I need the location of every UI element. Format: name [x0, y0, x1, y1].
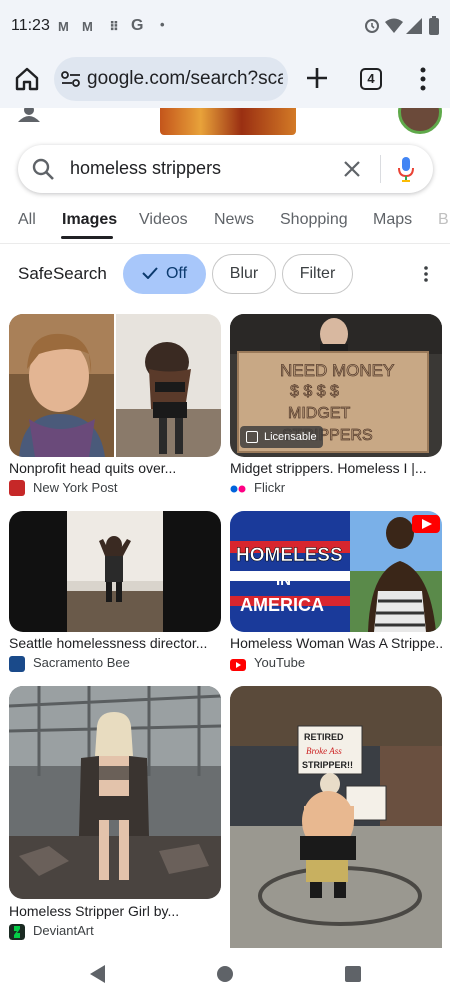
- result-title[interactable]: Nonprofit head quits over...: [9, 460, 221, 476]
- active-tab-indicator: [61, 236, 113, 239]
- result-image: [9, 686, 221, 899]
- browser-toolbar: google.com/search?sca_ 4: [0, 52, 450, 108]
- new-tab-icon[interactable]: [304, 65, 330, 91]
- result-thumbnail[interactable]: [9, 511, 221, 632]
- search-icon: [32, 158, 54, 180]
- result-title[interactable]: Homeless Stripper Girl by...: [9, 903, 221, 919]
- search-input[interactable]: homeless strippers: [70, 158, 221, 179]
- sacramento-bee-icon: [9, 656, 25, 672]
- result-source[interactable]: Sacramento Bee: [33, 655, 130, 670]
- url-text: google.com/search?sca_: [87, 68, 283, 89]
- tab-images[interactable]: Images: [62, 211, 117, 229]
- grid-icon: ⠿: [109, 19, 120, 34]
- tabs-divider: [0, 243, 450, 244]
- tab-maps[interactable]: Maps: [373, 211, 412, 229]
- tab-shopping[interactable]: Shopping: [280, 211, 348, 229]
- svg-text:IN: IN: [276, 572, 291, 589]
- address-bar[interactable]: google.com/search?sca_: [54, 57, 288, 101]
- flickr-icon: [230, 485, 246, 493]
- home-icon[interactable]: [10, 62, 44, 96]
- result-title[interactable]: Midget strippers. Homeless I |...: [230, 460, 442, 476]
- site-settings-icon[interactable]: [60, 70, 82, 88]
- check-icon: [142, 267, 158, 279]
- svg-text:HOMELESS: HOMELESS: [236, 545, 343, 566]
- svg-text:NEED MONEY: NEED MONEY: [280, 361, 394, 380]
- youtube-icon: [230, 659, 246, 671]
- result-source[interactable]: DeviantArt: [33, 923, 94, 938]
- svg-text:STRIPPER!!: STRIPPER!!: [302, 760, 353, 770]
- safesearch-label: SafeSearch: [18, 264, 107, 283]
- badge-label: Licensable: [264, 431, 317, 443]
- clear-icon[interactable]: [343, 160, 361, 178]
- svg-text:Broke Ass: Broke Ass: [306, 746, 342, 756]
- wifi-icon: [385, 18, 403, 33]
- tab-videos[interactable]: Videos: [139, 211, 188, 229]
- result-image: HOMELESS IN AMERICA: [230, 511, 442, 632]
- result-title[interactable]: Seattle homelessness director...: [9, 635, 221, 651]
- search-tabs: All Images Videos News Shopping Maps B: [0, 200, 450, 244]
- image-result[interactable]: RETIRED Broke Ass STRIPPER!!: [230, 686, 442, 948]
- result-source[interactable]: Flickr: [254, 480, 285, 495]
- safesearch-blur-chip[interactable]: Blur: [212, 254, 276, 294]
- back-icon[interactable]: [88, 964, 106, 984]
- svg-text:AMERICA: AMERICA: [240, 595, 324, 615]
- result-source[interactable]: New York Post: [33, 480, 118, 495]
- more-options-icon[interactable]: [416, 66, 430, 92]
- result-thumbnail[interactable]: NEED MONEY $ $ $ $ MIDGET STRIPPERS Lice…: [230, 314, 442, 457]
- result-title[interactable]: Homeless Woman Was A Strippe...: [230, 635, 442, 651]
- tab-books[interactable]: B: [438, 211, 449, 229]
- google-icon: G: [131, 17, 144, 34]
- chip-label-off: Off: [165, 265, 188, 282]
- image-result[interactable]: Seattle homelessness director... Sacrame…: [9, 511, 221, 674]
- gmail-icon: M: [58, 19, 69, 34]
- deviantart-icon: [9, 924, 25, 940]
- profile-avatar[interactable]: [398, 108, 442, 134]
- result-image: [9, 314, 221, 457]
- result-thumbnail[interactable]: [9, 314, 221, 457]
- licensable-badge: Licensable: [240, 426, 323, 448]
- safesearch-more-icon[interactable]: [423, 266, 429, 282]
- tab-all[interactable]: All: [18, 211, 36, 229]
- image-result[interactable]: HOMELESS IN AMERICA Homeless Woman Was A…: [230, 511, 442, 674]
- search-box[interactable]: homeless strippers: [18, 145, 433, 193]
- image-result[interactable]: Nonprofit head quits over... New York Po…: [9, 314, 221, 499]
- result-image: RETIRED Broke Ass STRIPPER!!: [230, 686, 442, 948]
- chip-label-blur: Blur: [229, 265, 259, 282]
- result-source[interactable]: YouTube: [254, 655, 305, 670]
- microphone-icon[interactable]: [397, 156, 415, 182]
- alarm-icon: [365, 19, 379, 33]
- tab-switcher-button[interactable]: 4: [360, 68, 382, 90]
- recents-icon[interactable]: [345, 966, 361, 982]
- signal-icon: [406, 18, 422, 34]
- gmail-icon: M: [82, 19, 93, 34]
- tab-news[interactable]: News: [214, 211, 254, 229]
- status-bar: 11:23 M M ⠿ G •: [0, 0, 450, 52]
- system-nav-bar: [0, 948, 450, 1000]
- home-nav-icon[interactable]: [217, 966, 233, 982]
- result-image: [9, 511, 221, 632]
- result-thumbnail[interactable]: [9, 686, 221, 899]
- image-result[interactable]: NEED MONEY $ $ $ $ MIDGET STRIPPERS Lice…: [230, 314, 442, 499]
- svg-text:$ $ $ $: $ $ $ $: [290, 383, 339, 400]
- image-icon: [246, 431, 258, 443]
- battery-icon: [429, 16, 439, 35]
- dot-icon: •: [160, 17, 165, 32]
- result-thumbnail[interactable]: HOMELESS IN AMERICA: [230, 511, 442, 632]
- svg-text:RETIRED: RETIRED: [304, 732, 344, 742]
- page-header-peek: [0, 108, 450, 138]
- safesearch-off-chip[interactable]: Off: [123, 254, 206, 294]
- safesearch-filter-chip[interactable]: Filter: [282, 254, 353, 294]
- doodle-image[interactable]: [160, 108, 296, 135]
- result-thumbnail[interactable]: RETIRED Broke Ass STRIPPER!!: [230, 686, 442, 948]
- svg-text:MIDGET: MIDGET: [288, 405, 350, 422]
- search-divider: [380, 155, 381, 183]
- status-time: 11:23: [11, 17, 50, 34]
- image-result[interactable]: Homeless Stripper Girl by... DeviantArt: [9, 686, 221, 944]
- new-york-post-icon: [9, 480, 25, 496]
- account-icon[interactable]: [16, 108, 42, 122]
- chip-label-filter: Filter: [299, 265, 336, 282]
